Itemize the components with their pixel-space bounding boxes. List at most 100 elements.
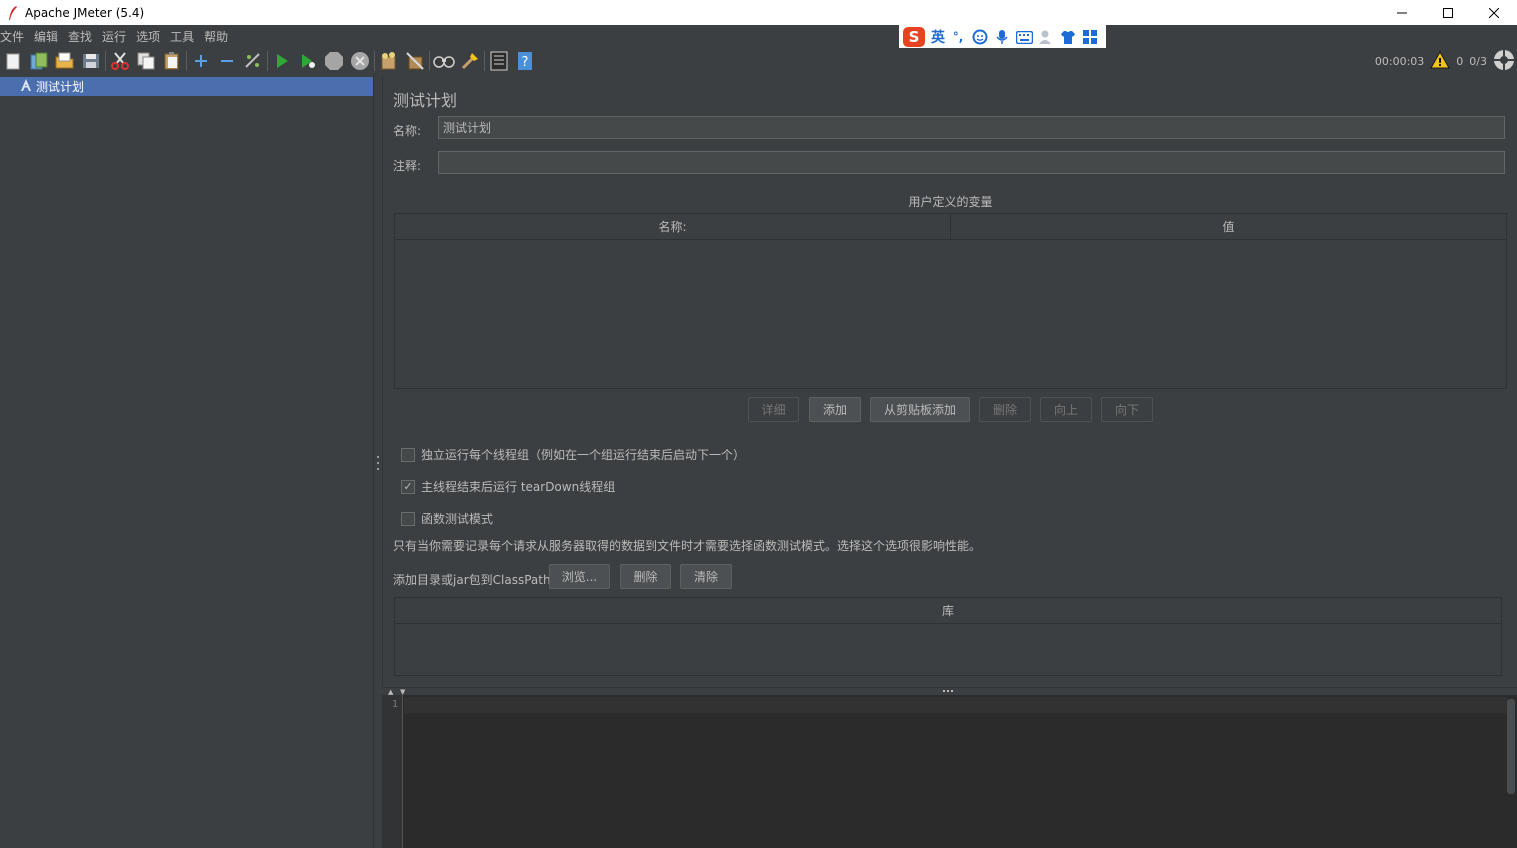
run-consecutively-checkbox[interactable] xyxy=(401,447,415,462)
ime-language-toggle[interactable]: 英 xyxy=(931,27,945,47)
user-variables-table[interactable]: 名称: 值 xyxy=(394,213,1507,389)
classpath-clear-button[interactable]: 清除 xyxy=(680,564,732,589)
teardown-checkbox[interactable]: ✓ xyxy=(401,479,415,494)
shutdown-icon[interactable] xyxy=(347,48,373,74)
functional-mode-option[interactable]: 函数测试模式 xyxy=(401,510,493,527)
svg-text:S: S xyxy=(909,28,920,46)
functional-mode-checkbox[interactable] xyxy=(401,511,415,526)
start-no-pauses-icon[interactable] xyxy=(295,48,321,74)
paste-icon[interactable] xyxy=(159,48,185,74)
skin-shirt-icon[interactable] xyxy=(1059,28,1077,46)
jmeter-feather-icon xyxy=(4,4,22,22)
toolbar-separator xyxy=(484,51,485,71)
punctuation-icon[interactable]: °, xyxy=(949,28,967,46)
add-from-clipboard-button[interactable]: 从剪贴板添加 xyxy=(870,397,970,422)
copy-icon[interactable] xyxy=(133,48,159,74)
new-icon[interactable] xyxy=(0,48,26,74)
remote-engine-icon[interactable] xyxy=(1493,49,1515,74)
column-header-name[interactable]: 名称: xyxy=(395,214,951,239)
function-helper-icon[interactable] xyxy=(486,48,512,74)
emoji-icon[interactable] xyxy=(971,28,989,46)
reset-search-icon[interactable] xyxy=(457,48,483,74)
microphone-icon[interactable] xyxy=(993,28,1011,46)
toolbar-status: 00:00:03 ! 0 0/3 xyxy=(1375,48,1517,74)
active-threads: 0/3 xyxy=(1469,54,1487,68)
clear-all-icon[interactable] xyxy=(402,48,428,74)
toolbar-separator xyxy=(186,51,187,71)
toolbox-grid-icon[interactable] xyxy=(1081,28,1099,46)
teardown-option[interactable]: ✓ 主线程结束后运行 tearDown线程组 xyxy=(401,478,615,495)
comment-label: 注释: xyxy=(393,159,422,173)
close-button[interactable] xyxy=(1471,0,1517,25)
cut-icon[interactable] xyxy=(107,48,133,74)
collapse-icon[interactable] xyxy=(214,48,240,74)
toolbar-separator xyxy=(429,51,430,71)
menu-options[interactable]: 选项 xyxy=(136,28,160,45)
user-variables-caption: 用户定义的变量 xyxy=(908,195,993,209)
comment-field[interactable] xyxy=(438,151,1505,174)
split-grip-icon xyxy=(376,456,380,470)
move-up-button[interactable]: 向上 xyxy=(1040,397,1092,422)
functional-mode-hint: 只有当你需要记录每个请求从服务器取得的数据到文件时才需要选择函数测试模式。选择这… xyxy=(393,539,982,553)
teardown-label: 主线程结束后运行 tearDown线程组 xyxy=(421,480,616,494)
clear-icon[interactable] xyxy=(376,48,402,74)
elapsed-time: 00:00:03 xyxy=(1374,54,1425,68)
test-plan-editor: 测试计划 名称: 测试计划 注释: 用户定义的变量 名称: 值 详细 添加 从剪… xyxy=(382,75,1517,687)
run-consecutively-label: 独立运行每个线程组（例如在一个组运行结束后启动下一个） xyxy=(421,448,746,462)
menu-search[interactable]: 查找 xyxy=(68,28,92,45)
toggle-icon[interactable] xyxy=(240,48,266,74)
minimize-button[interactable] xyxy=(1379,0,1425,25)
toolbar-separator xyxy=(105,51,106,71)
expand-icon[interactable] xyxy=(188,48,214,74)
column-header-value[interactable]: 值 xyxy=(951,214,1506,239)
test-plan-icon xyxy=(20,78,32,95)
browse-button[interactable]: 浏览... xyxy=(549,564,610,589)
tree-item-test-plan[interactable]: 测试计划 xyxy=(0,77,373,96)
menu-file[interactable]: 文件 xyxy=(0,28,24,45)
warning-count: 0 xyxy=(1456,54,1464,68)
menu-bar: 文件 编辑 查找 运行 选项 工具 帮助 xyxy=(0,25,1517,47)
toolbar-separator xyxy=(267,51,268,71)
maximize-button[interactable] xyxy=(1425,0,1471,25)
detail-button[interactable]: 详细 xyxy=(748,397,799,422)
classpath-delete-button[interactable]: 删除 xyxy=(620,564,671,589)
add-button[interactable]: 添加 xyxy=(809,397,861,422)
library-table[interactable]: 库 xyxy=(394,597,1502,676)
start-icon[interactable] xyxy=(269,48,295,74)
templates-icon[interactable] xyxy=(26,48,52,74)
line-number: 1 xyxy=(391,699,398,710)
column-header-library[interactable]: 库 xyxy=(395,598,1501,624)
main-toolbar: ? 00:00:03 ! 0 0/3 xyxy=(0,48,1517,74)
menu-help[interactable]: 帮助 xyxy=(204,28,228,45)
run-consecutively-option[interactable]: 独立运行每个线程组（例如在一个组运行结束后启动下一个） xyxy=(401,446,745,463)
delete-button[interactable]: 删除 xyxy=(979,397,1031,422)
test-tree-panel: 测试计划 xyxy=(0,75,374,848)
window-controls xyxy=(1379,0,1517,25)
svg-text:!: ! xyxy=(1438,56,1443,69)
help-icon[interactable]: ? xyxy=(512,48,538,74)
window-title: Apache JMeter (5.4) xyxy=(25,5,145,20)
menu-tools[interactable]: 工具 xyxy=(170,28,194,45)
line-number-gutter: 1 xyxy=(382,695,403,848)
sogou-logo-icon[interactable]: S xyxy=(901,25,927,49)
warning-icon[interactable]: ! xyxy=(1430,50,1451,72)
open-icon[interactable] xyxy=(52,48,78,74)
name-field[interactable]: 测试计划 xyxy=(438,116,1505,139)
save-icon[interactable] xyxy=(78,48,104,74)
menu-run[interactable]: 运行 xyxy=(102,28,126,45)
table-body[interactable] xyxy=(395,240,1506,388)
table-header: 名称: 值 xyxy=(395,214,1506,240)
current-line-highlight xyxy=(404,697,1507,713)
stop-icon[interactable] xyxy=(321,48,347,74)
classpath-label: 添加目录或jar包到ClassPath xyxy=(393,573,551,587)
window-titlebar: Apache JMeter (5.4) xyxy=(0,0,1517,25)
vertical-scrollbar[interactable] xyxy=(1507,699,1515,794)
name-label: 名称: xyxy=(393,124,422,138)
tree-item-label: 测试计划 xyxy=(36,80,85,94)
log-viewer[interactable]: 1 xyxy=(382,695,1517,848)
keyboard-icon[interactable] xyxy=(1015,28,1033,46)
search-icon[interactable] xyxy=(431,48,457,74)
menu-edit[interactable]: 编辑 xyxy=(34,28,58,45)
move-down-button[interactable]: 向下 xyxy=(1101,397,1153,422)
user-icon[interactable] xyxy=(1037,28,1055,46)
